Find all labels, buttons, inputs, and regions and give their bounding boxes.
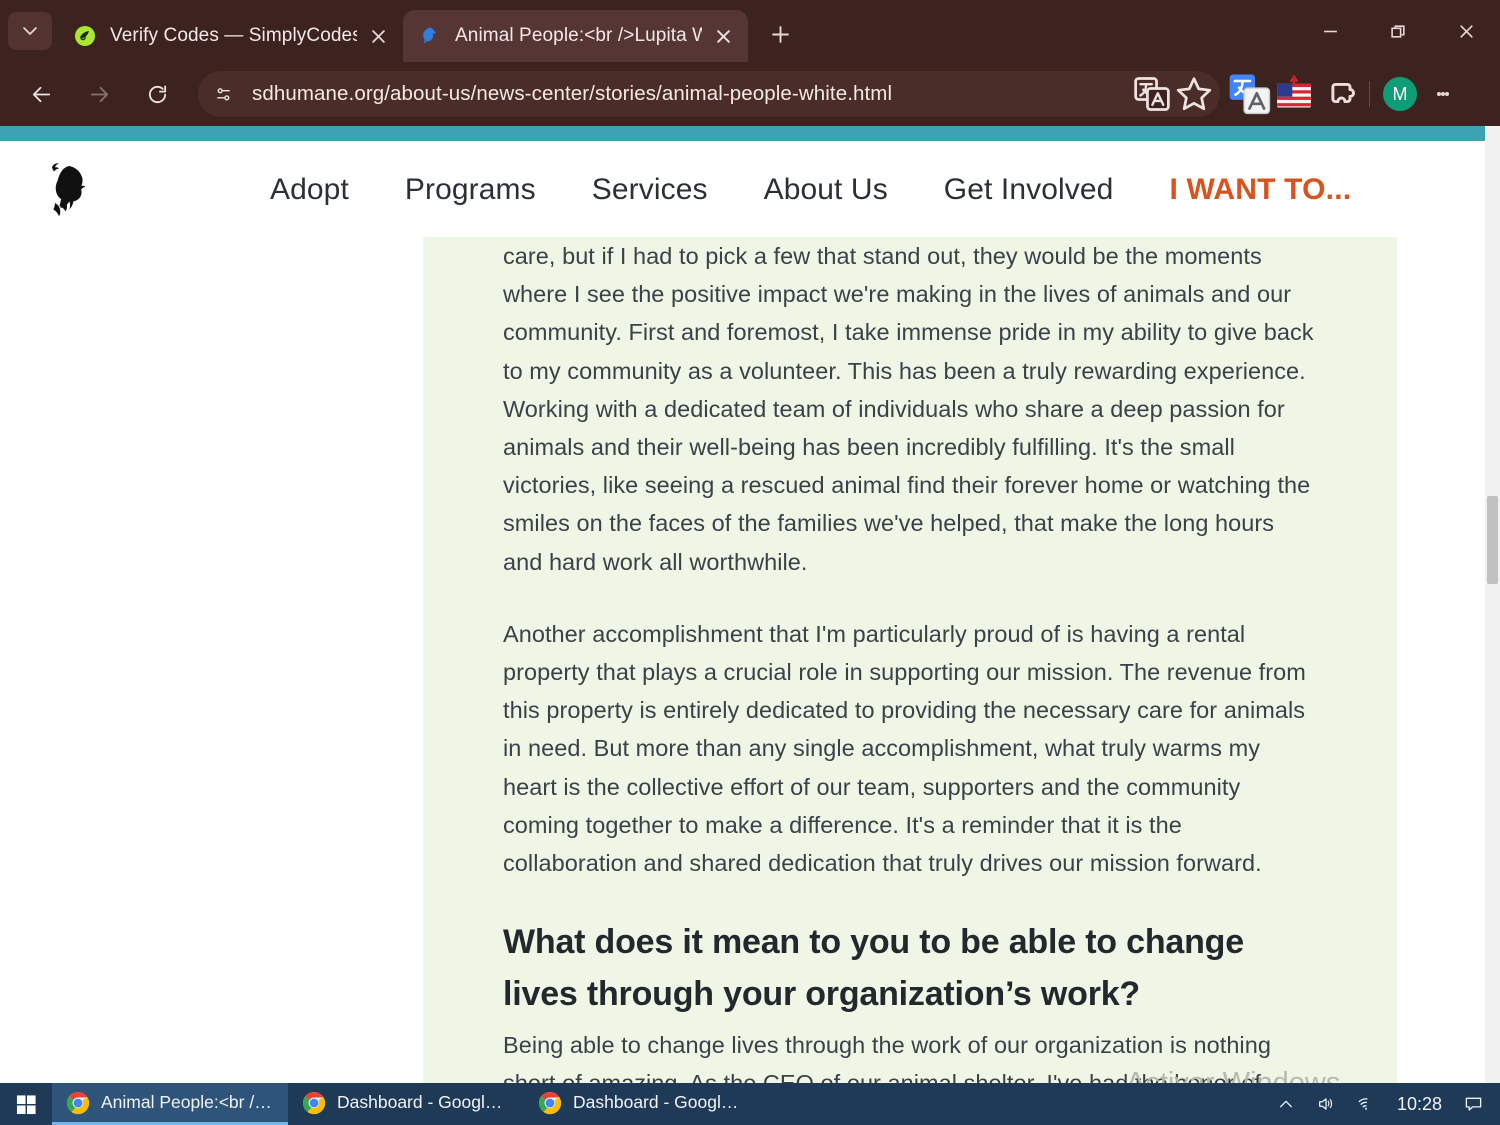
browser-tab-2-title: Animal People:<br />Lupita Wh — [455, 25, 702, 46]
nav-item-get-involved[interactable]: Get Involved — [916, 173, 1142, 207]
close-icon — [1459, 24, 1473, 38]
extensions-puzzle-icon — [1331, 82, 1355, 104]
volume-button[interactable] — [1307, 1083, 1345, 1125]
flag-extension-icon — [1277, 74, 1311, 108]
address-bar[interactable]: sdhumane.org/about-us/news-center/storie… — [198, 71, 1220, 117]
restore-icon — [1390, 24, 1405, 38]
browser-tab-1-title: Verify Codes — SimplyCodes — [110, 25, 357, 46]
google-translate-extension-icon — [1229, 74, 1271, 115]
sd-humane-society-animal-logo[interactable] — [36, 153, 102, 227]
notifications-button[interactable] — [1454, 1083, 1492, 1125]
profile-avatar[interactable]: M — [1383, 77, 1417, 111]
nav-item-programs[interactable]: Programs — [377, 173, 564, 207]
speaker-icon — [1319, 1098, 1333, 1110]
taskbar-clock[interactable]: 10:28 — [1387, 1094, 1452, 1115]
nav-item-adopt[interactable]: Adopt — [242, 173, 377, 207]
window-controls — [1296, 0, 1500, 62]
taskbar-item-2[interactable]: Dashboard - Google ... — [288, 1083, 524, 1125]
site-settings-icon[interactable] — [206, 77, 240, 111]
toolbar-divider — [1369, 81, 1370, 107]
windows-taskbar: Animal People:<br />... Dashboard - Goog… — [0, 1083, 1500, 1125]
site-header: Adopt Programs Services About Us Get Inv… — [0, 141, 1485, 239]
site-navigation: Adopt Programs Services About Us Get Inv… — [242, 173, 1379, 207]
sdhumane-favicon — [419, 25, 441, 47]
article-paragraph-1: care, but if I had to pick a few that st… — [503, 243, 1314, 575]
close-icon — [371, 29, 385, 43]
flag-extension-button[interactable] — [1272, 71, 1316, 117]
browser-window: Verify Codes — SimplyCodes Animal People… — [0, 0, 1500, 1125]
reload-button[interactable] — [134, 71, 180, 117]
forward-arrow-icon — [90, 86, 108, 102]
bookmark-button[interactable] — [1174, 74, 1214, 114]
nav-item-i-want-to[interactable]: I WANT TO... — [1141, 173, 1379, 207]
new-tab-button[interactable] — [760, 14, 800, 54]
browser-tab-1-close-button[interactable] — [363, 21, 393, 51]
page-viewport: Adopt Programs Services About Us Get Inv… — [0, 126, 1500, 1083]
article-content-panel: care, but if I had to pick a few that st… — [423, 237, 1397, 1083]
nav-item-about-us[interactable]: About Us — [736, 173, 916, 207]
reload-icon — [148, 84, 166, 103]
back-arrow-icon — [32, 86, 50, 102]
chevron-up-icon — [1279, 1100, 1292, 1108]
restore-button[interactable] — [1364, 0, 1432, 62]
taskbar-item-3-label: Dashboard - Google ... — [573, 1092, 746, 1112]
browser-tab-2[interactable]: Animal People:<br />Lupita Wh — [403, 10, 748, 62]
windows-start-icon — [16, 1094, 36, 1114]
taskbar-item-1-label: Animal People:<br />... — [101, 1092, 274, 1112]
article-paragraph-3: Being able to change lives through the w… — [503, 1032, 1271, 1083]
taskbar-item-2-label: Dashboard - Google ... — [337, 1092, 510, 1112]
chrome-icon — [66, 1091, 90, 1115]
translate-icon — [1134, 77, 1170, 111]
browser-toolbar: sdhumane.org/about-us/news-center/storie… — [0, 62, 1500, 126]
translate-page-button[interactable] — [1132, 74, 1172, 114]
site-top-accent-bar — [0, 126, 1485, 141]
forward-button[interactable] — [76, 71, 122, 117]
nav-item-services[interactable]: Services — [564, 173, 736, 207]
chrome-icon — [538, 1091, 562, 1115]
simplycodes-favicon — [74, 25, 96, 47]
chevron-down-icon — [23, 27, 37, 35]
back-button[interactable] — [18, 71, 64, 117]
chrome-icon — [302, 1091, 326, 1115]
minimize-icon — [1323, 30, 1337, 32]
page-scrollbar[interactable] — [1485, 126, 1500, 1083]
plus-icon — [771, 25, 789, 43]
article-paragraph-2: Another accomplishment that I'm particul… — [503, 620, 1306, 877]
google-translate-extension-button[interactable] — [1228, 71, 1272, 117]
taskbar-item-1[interactable]: Animal People:<br />... — [52, 1083, 288, 1125]
close-icon — [716, 29, 730, 43]
page-scrollbar-thumb[interactable] — [1487, 496, 1498, 584]
minimize-button[interactable] — [1296, 0, 1364, 62]
article-question-heading: What does it mean to you to be able to c… — [503, 923, 1244, 1014]
system-tray: 10:28 — [1267, 1083, 1500, 1125]
start-button[interactable] — [0, 1083, 52, 1125]
address-bar-url[interactable]: sdhumane.org/about-us/news-center/storie… — [252, 82, 1132, 106]
browser-tab-1[interactable]: Verify Codes — SimplyCodes — [58, 10, 403, 62]
extensions-button[interactable] — [1316, 71, 1360, 117]
tray-overflow-button[interactable] — [1267, 1083, 1305, 1125]
wifi-icon — [1358, 1098, 1368, 1110]
notification-icon — [1465, 1097, 1481, 1111]
close-window-button[interactable] — [1432, 0, 1500, 62]
bookmark-star-icon — [1176, 77, 1212, 111]
browser-tab-2-close-button[interactable] — [708, 21, 738, 51]
browser-menu-button[interactable] — [1421, 71, 1465, 117]
tab-strip: Verify Codes — SimplyCodes Animal People… — [0, 0, 1500, 62]
network-button[interactable] — [1347, 1083, 1385, 1125]
tab-search-button[interactable] — [8, 12, 52, 50]
taskbar-item-3[interactable]: Dashboard - Google ... — [524, 1083, 760, 1125]
